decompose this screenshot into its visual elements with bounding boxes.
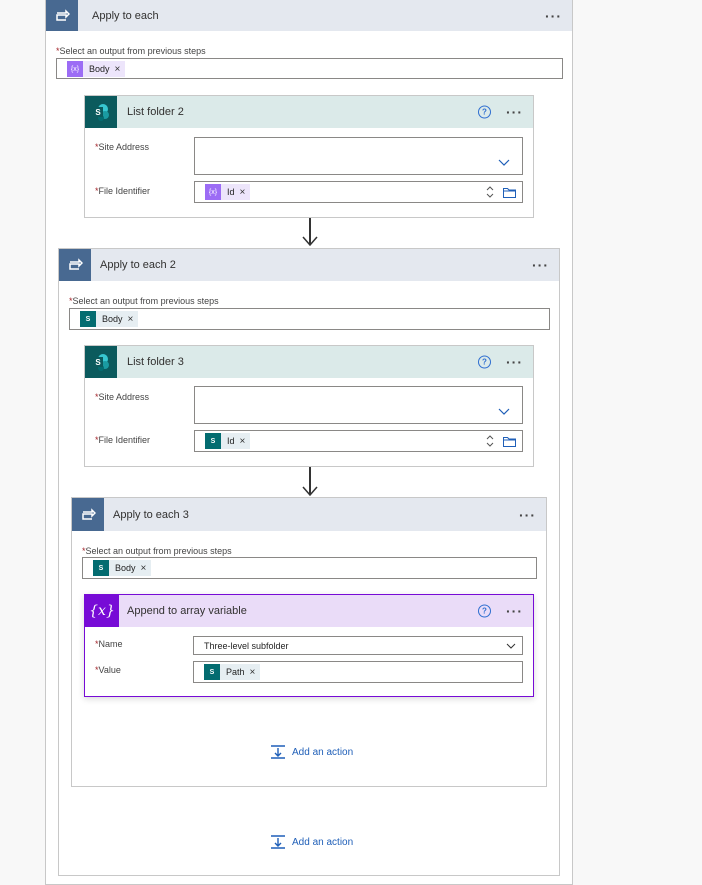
loop-2-select-input[interactable]: S Body ×	[69, 308, 550, 330]
variable-icon: {x}	[85, 595, 119, 627]
folder-icon[interactable]	[503, 436, 516, 447]
add-step-icon	[271, 835, 285, 849]
arrow-down-icon	[302, 236, 318, 246]
sharepoint-icon: S	[85, 346, 117, 378]
append-to-array-card: {x} Append to array variable ? ··· *Name…	[84, 594, 534, 697]
body-token[interactable]: {x} Body ×	[67, 61, 126, 77]
chevron-down-icon[interactable]	[498, 408, 510, 415]
remove-token-icon[interactable]: ×	[240, 187, 246, 198]
path-token[interactable]: S Path ×	[204, 664, 261, 680]
file-identifier-field[interactable]: {x} Id ×	[194, 181, 523, 203]
add-an-action-button[interactable]: Add an action	[270, 835, 353, 849]
id-token[interactable]: S Id ×	[205, 433, 251, 449]
help-icon[interactable]: ?	[478, 604, 491, 618]
more-icon[interactable]: ···	[532, 258, 549, 272]
outer-loop-title: Apply to each	[92, 9, 159, 22]
name-dropdown[interactable]: Three-level subfolder	[193, 636, 523, 655]
more-icon[interactable]: ···	[506, 355, 523, 369]
outer-loop-header[interactable]: Apply to each ···	[46, 0, 572, 31]
site-address-label: *Site Address	[95, 392, 150, 402]
folder-icon[interactable]	[503, 187, 516, 198]
remove-token-icon[interactable]: ×	[128, 314, 134, 325]
arrow-down-icon	[302, 486, 318, 496]
svg-text:S: S	[95, 358, 101, 367]
value-label: *Value	[95, 665, 121, 675]
loop-3-header[interactable]: Apply to each 3 ···	[72, 498, 546, 531]
stepper-icon[interactable]	[486, 434, 494, 448]
more-icon[interactable]: ···	[519, 508, 536, 522]
append-header[interactable]: {x} Append to array variable ? ···	[85, 595, 533, 627]
variable-icon: {x}	[205, 184, 221, 200]
remove-token-icon[interactable]: ×	[141, 563, 147, 574]
file-identifier-field[interactable]: S Id ×	[194, 430, 523, 452]
loop-2-select-label: *Select an output from previous steps	[69, 296, 219, 306]
chevron-down-icon[interactable]	[498, 159, 510, 166]
list-folder-3-header[interactable]: S List folder 3 ? ···	[85, 346, 533, 378]
site-address-field[interactable]	[194, 137, 523, 175]
loop-2-header[interactable]: Apply to each 2 ···	[59, 249, 559, 281]
help-icon[interactable]: ?	[478, 105, 491, 119]
more-icon[interactable]: ···	[545, 9, 562, 23]
site-address-label: *Site Address	[95, 142, 150, 152]
sharepoint-icon: S	[204, 664, 220, 680]
remove-token-icon[interactable]: ×	[115, 64, 121, 75]
sharepoint-icon: S	[93, 560, 109, 576]
outer-select-label: *Select an output from previous steps	[56, 46, 206, 56]
remove-token-icon[interactable]: ×	[250, 667, 256, 678]
site-address-field[interactable]	[194, 386, 523, 424]
loop-icon	[59, 249, 91, 281]
list-folder-2-title: List folder 2	[127, 106, 184, 118]
add-step-icon	[271, 745, 285, 759]
sharepoint-icon: S	[85, 96, 117, 128]
variable-icon: {x}	[67, 61, 83, 77]
value-field[interactable]: S Path ×	[193, 661, 523, 683]
loop-3-title: Apply to each 3	[113, 508, 189, 521]
loop-3-select-label: *Select an output from previous steps	[82, 546, 232, 556]
body-token[interactable]: S Body ×	[80, 311, 139, 327]
list-folder-3-card: S List folder 3 ? ··· *Site Address *Fil…	[84, 345, 534, 467]
name-label: *Name	[95, 639, 123, 649]
list-folder-2-header[interactable]: S List folder 2 ? ···	[85, 96, 533, 128]
body-token[interactable]: S Body ×	[93, 560, 152, 576]
file-identifier-label: *File Identifier	[95, 186, 151, 196]
chevron-down-icon[interactable]	[506, 643, 516, 649]
stepper-icon[interactable]	[486, 185, 494, 199]
add-an-action-button[interactable]: Add an action	[270, 745, 353, 759]
sharepoint-icon: S	[80, 311, 96, 327]
file-identifier-label: *File Identifier	[95, 435, 151, 445]
id-token[interactable]: {x} Id ×	[205, 184, 251, 200]
append-title: Append to array variable	[127, 605, 247, 617]
outer-select-input[interactable]: {x} Body ×	[56, 58, 563, 79]
sharepoint-icon: S	[205, 433, 221, 449]
loop-3-select-input[interactable]: S Body ×	[82, 557, 537, 579]
list-folder-2-card: S List folder 2 ? ··· *Site Address *Fil…	[84, 95, 534, 218]
svg-text:S: S	[95, 108, 101, 117]
more-icon[interactable]: ···	[506, 604, 523, 618]
remove-token-icon[interactable]: ×	[240, 436, 246, 447]
loop-2-title: Apply to each 2	[100, 259, 176, 271]
loop-icon	[72, 498, 104, 531]
more-icon[interactable]: ···	[506, 105, 523, 119]
list-folder-3-title: List folder 3	[127, 356, 184, 368]
loop-icon	[46, 0, 78, 31]
help-icon[interactable]: ?	[478, 355, 491, 369]
